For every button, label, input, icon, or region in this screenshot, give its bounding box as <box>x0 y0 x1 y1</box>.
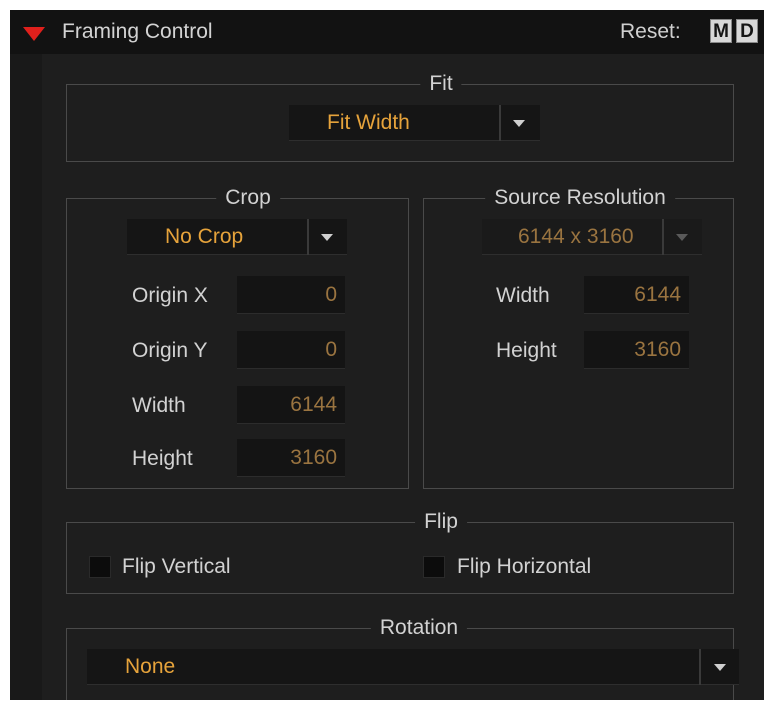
fit-legend: Fit <box>420 72 462 96</box>
reset-d-button[interactable]: D <box>736 19 758 43</box>
fit-dropdown-value: Fit Width <box>327 111 410 134</box>
source-height-label: Height <box>496 339 557 362</box>
panel-header: Framing Control Reset: M D <box>10 10 764 54</box>
source-resolution-dropdown[interactable]: 6144 x 3160 <box>482 219 702 255</box>
source-width-input[interactable]: 6144 <box>584 276 689 314</box>
reset-m-button[interactable]: M <box>710 19 732 43</box>
chevron-down-icon[interactable] <box>714 664 726 671</box>
left-gutter <box>10 54 42 700</box>
dropdown-separator <box>662 219 664 255</box>
rotation-group: Rotation None <box>66 616 739 700</box>
flip-vertical-label[interactable]: Flip Vertical <box>122 555 231 579</box>
rotation-dropdown-value: None <box>125 655 176 678</box>
source-resolution-legend: Source Resolution <box>485 186 675 210</box>
chevron-down-icon[interactable] <box>513 120 525 127</box>
fit-dropdown[interactable]: Fit Width <box>289 105 540 141</box>
source-width-label: Width <box>496 284 550 307</box>
dropdown-separator <box>499 105 501 141</box>
flip-horizontal-label[interactable]: Flip Horizontal <box>457 555 591 579</box>
crop-height-input[interactable]: 3160 <box>237 439 345 477</box>
panel-title: Framing Control <box>62 20 213 43</box>
chevron-down-icon[interactable] <box>676 234 688 241</box>
source-resolution-group: Source Resolution 6144 x 3160 Width 6144… <box>423 186 734 489</box>
crop-width-label: Width <box>132 394 186 417</box>
rotation-dropdown[interactable]: None <box>87 649 739 685</box>
reset-label: Reset: <box>620 20 681 43</box>
crop-height-label: Height <box>132 447 193 470</box>
crop-dropdown-value: No Crop <box>165 225 244 248</box>
source-height-input[interactable]: 3160 <box>584 331 689 369</box>
crop-origin-x-label: Origin X <box>132 284 208 307</box>
crop-origin-y-input[interactable]: 0 <box>237 331 345 369</box>
crop-dropdown[interactable]: No Crop <box>127 219 347 255</box>
crop-origin-y-label: Origin Y <box>132 339 208 362</box>
flip-legend: Flip <box>415 510 467 534</box>
dropdown-separator <box>307 219 309 255</box>
source-resolution-value: 6144 x 3160 <box>518 225 634 248</box>
framing-control-panel: Framing Control Reset: M D Fit Fit Width… <box>10 10 764 700</box>
flip-group: Flip Flip Vertical Flip Horizontal <box>66 510 734 594</box>
flip-horizontal-checkbox[interactable] <box>423 556 445 578</box>
chevron-down-icon[interactable] <box>321 234 333 241</box>
flip-vertical-checkbox[interactable] <box>89 556 111 578</box>
crop-width-input[interactable]: 6144 <box>237 386 345 424</box>
crop-group: Crop No Crop Origin X 0 Origin Y 0 Width… <box>66 186 409 489</box>
rotation-legend: Rotation <box>370 616 468 640</box>
collapse-triangle-icon[interactable] <box>23 27 45 41</box>
fit-group: Fit Fit Width <box>66 72 734 162</box>
dropdown-separator <box>699 649 701 685</box>
crop-origin-x-input[interactable]: 0 <box>237 276 345 314</box>
crop-legend: Crop <box>216 186 280 210</box>
